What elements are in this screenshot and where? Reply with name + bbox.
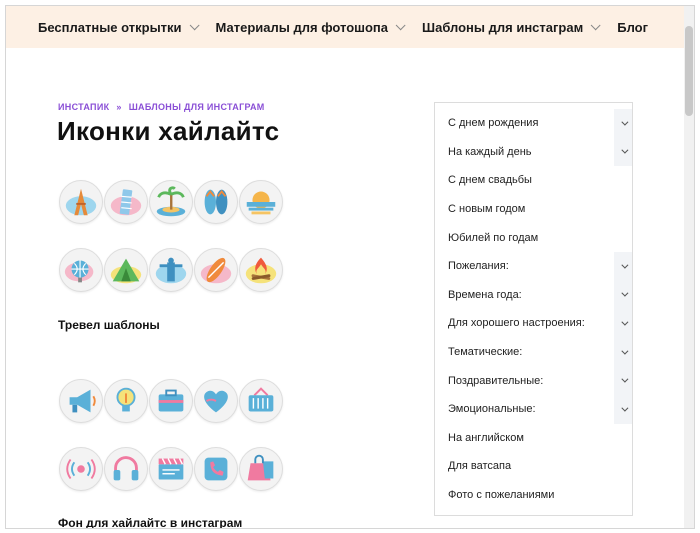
basket-icon[interactable] [239, 379, 283, 423]
sidebar-item-wedding-day[interactable]: С днем свадьбы [435, 166, 632, 195]
surfboard-icon[interactable] [194, 248, 238, 292]
phone-icon[interactable] [194, 447, 238, 491]
highlight-icons-row [59, 248, 284, 292]
palm-island-icon[interactable] [149, 180, 193, 224]
expand-toggle[interactable] [614, 109, 632, 138]
highlight-icons-row [59, 379, 284, 423]
page-title: Иконки хайлайтс [57, 116, 280, 146]
chevron-down-icon [590, 19, 601, 30]
scrollbar-thumb[interactable] [685, 26, 693, 116]
sidebar-item-emotional[interactable]: Эмоциональные: [435, 394, 632, 424]
expand-toggle[interactable] [614, 251, 632, 281]
sidebar-item-label: Юбилей по годам [448, 231, 539, 244]
section-caption-backgrounds: Фон для хайлайтс в инстаграм [58, 516, 243, 529]
sidebar-item-birthday[interactable]: С днем рождения [435, 109, 632, 138]
broadcast-icon[interactable] [59, 447, 103, 491]
expand-toggle[interactable] [614, 337, 632, 367]
sidebar-item-label: Поздравительные: [448, 374, 544, 387]
eiffel-tower-icon[interactable] [59, 180, 103, 224]
sidebar-item-good-mood[interactable]: Для хорошего настроения: [435, 309, 632, 338]
chevron-down-icon [620, 375, 628, 383]
sidebar-item-label: Времена года: [448, 288, 522, 301]
sidebar-item-label: На английском [448, 431, 524, 444]
page-scrollbar[interactable] [684, 6, 694, 528]
nav-item-free-cards[interactable]: Бесплатные открытки [38, 19, 200, 35]
sidebar-item-photo-wishes[interactable]: Фото с пожеланиями [435, 481, 632, 510]
sidebar-item-wishes[interactable]: Пожелания: [435, 251, 632, 281]
nav-item-label: Шаблоны для инстаграм [422, 19, 584, 35]
expand-toggle[interactable] [614, 394, 632, 424]
nav-item-photoshop-materials[interactable]: Материалы для фотошопа [215, 19, 406, 35]
breadcrumb: ИНСТАПИК » ШАБЛОНЫ ДЛЯ ИНСТАГРАМ [58, 102, 265, 112]
nav-item-label: Бесплатные открытки [38, 19, 182, 35]
chevron-down-icon [620, 146, 628, 155]
briefcase-icon[interactable] [149, 379, 193, 423]
sidebar-item-label: Пожелания: [448, 260, 509, 273]
top-navigation: Бесплатные открытки Материалы для фотошо… [6, 6, 686, 48]
chevron-down-icon [189, 19, 200, 30]
globe-icon[interactable] [59, 248, 103, 292]
leaning-tower-icon[interactable] [104, 180, 148, 224]
sunset-sea-icon[interactable] [239, 180, 283, 224]
expand-toggle[interactable] [614, 137, 632, 167]
sidebar-item-label: Тематические: [448, 346, 523, 359]
flip-flops-icon[interactable] [194, 180, 238, 224]
chevron-down-icon [620, 261, 628, 269]
chevron-down-icon [395, 19, 406, 30]
heart-icon[interactable] [194, 379, 238, 423]
sidebar-item-everyday[interactable]: На каждый день [435, 137, 632, 167]
highlight-icons-row [59, 447, 284, 491]
megaphone-icon[interactable] [59, 379, 103, 423]
expand-toggle[interactable] [614, 280, 632, 310]
sidebar-item-thematic[interactable]: Тематические: [435, 337, 632, 367]
nav-item-label: Материалы для фотошопа [215, 19, 389, 35]
statue-icon[interactable] [149, 248, 193, 292]
nav-item-instagram-templates[interactable]: Шаблоны для инстаграм [422, 19, 601, 35]
breadcrumb-current-link[interactable]: ШАБЛОНЫ ДЛЯ ИНСТАГРАМ [129, 102, 265, 112]
sidebar-item-label: Для хорошего настроения: [448, 317, 585, 330]
clapperboard-icon[interactable] [149, 447, 193, 491]
sidebar-item-new-year[interactable]: С новым годом [435, 195, 632, 224]
sidebar-item-whatsapp[interactable]: Для ватсапа [435, 452, 632, 481]
sidebar-item-seasons[interactable]: Времена года: [435, 280, 632, 310]
sidebar-item-label: С днем свадьбы [448, 174, 532, 187]
highlight-icons-row [59, 180, 284, 224]
headphones-icon[interactable] [104, 447, 148, 491]
sidebar-item-label: Фото с пожеланиями [448, 489, 555, 502]
sidebar-item-label: С днем рождения [448, 117, 539, 130]
sidebar-category-menu: С днем рождения На каждый день С днем св… [434, 102, 633, 516]
sidebar-item-english[interactable]: На английском [435, 424, 632, 453]
sidebar-item-label: Эмоциональные: [448, 403, 536, 416]
sidebar-item-congratulatory[interactable]: Поздравительные: [435, 366, 632, 395]
expand-toggle[interactable] [614, 366, 632, 395]
lightbulb-icon[interactable] [104, 379, 148, 423]
browser-viewport: Бесплатные открытки Материалы для фотошо… [5, 5, 695, 529]
chevron-down-icon [620, 318, 628, 326]
sidebar-item-label: С новым годом [448, 203, 526, 216]
campfire-icon[interactable] [239, 248, 283, 292]
sidebar-item-label: На каждый день [448, 145, 532, 158]
chevron-down-icon [620, 347, 628, 355]
nav-item-blog[interactable]: Блог [617, 20, 648, 35]
tent-icon[interactable] [104, 248, 148, 292]
nav-item-label: Блог [617, 19, 649, 35]
breadcrumb-home-link[interactable]: ИНСТАПИК [58, 102, 109, 112]
chevron-down-icon [620, 118, 628, 126]
sidebar-item-label: Для ватсапа [448, 460, 512, 473]
expand-toggle[interactable] [614, 309, 632, 338]
section-caption-travel: Тревел шаблоны [58, 318, 160, 332]
shopping-bag-icon[interactable] [239, 447, 283, 491]
breadcrumb-separator: » [116, 102, 122, 112]
chevron-down-icon [620, 289, 628, 297]
chevron-down-icon [620, 404, 628, 412]
sidebar-item-anniversary[interactable]: Юбилей по годам [435, 223, 632, 252]
